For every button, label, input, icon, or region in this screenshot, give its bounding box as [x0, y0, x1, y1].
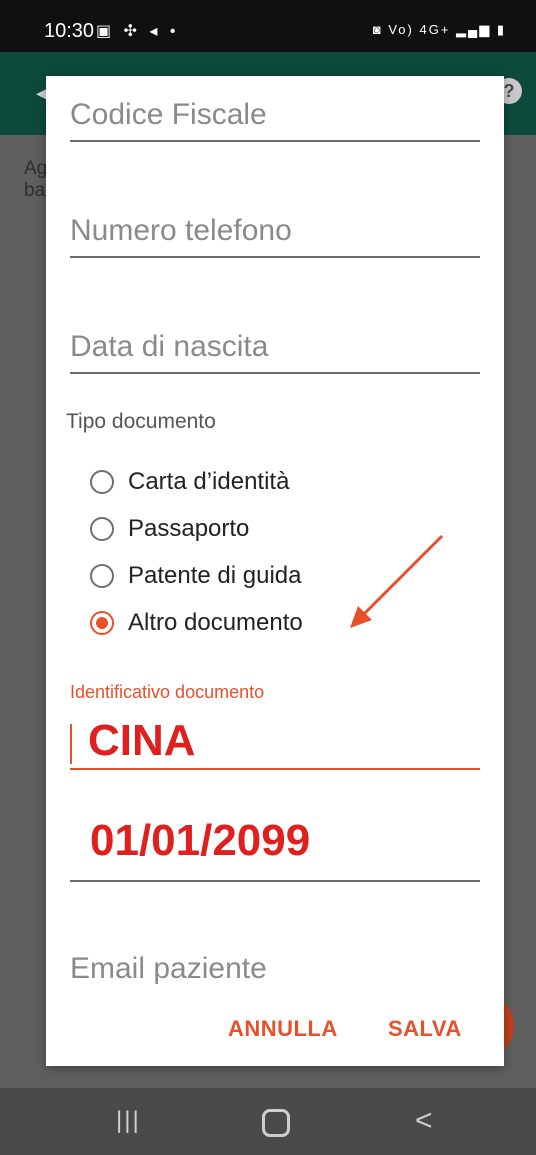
- radio-unchecked-icon: [90, 470, 114, 494]
- email-paziente-field[interactable]: Email paziente: [70, 946, 480, 986]
- scadenza-value: 01/01/2099: [90, 816, 311, 865]
- radio-label: Altro documento: [128, 609, 303, 636]
- scadenza-documento-field[interactable]: 01/01/2099: [70, 816, 480, 886]
- identificativo-documento-field[interactable]: Identificativo documento CINA: [70, 682, 480, 772]
- radio-label: Passaporto: [128, 515, 250, 542]
- status-bar: 10:30 ▣ ✣ ◂ • ◙ Vo) 4G+ ▂▄▆ ▮: [0, 0, 536, 52]
- radio-label: Patente di guida: [128, 562, 302, 589]
- codice-fiscale-field[interactable]: Codice Fiscale: [70, 94, 480, 144]
- tipo-documento-label: Tipo documento: [66, 410, 216, 433]
- system-nav-bar: ||| <: [0, 1088, 536, 1155]
- radio-checked-icon: [90, 611, 114, 635]
- dialog-actions: ANNULLA SALVA: [46, 1010, 504, 1066]
- annotation-arrow-icon: [350, 534, 444, 628]
- codice-fiscale-placeholder: Codice Fiscale: [70, 98, 267, 131]
- status-time: 10:30: [44, 20, 95, 42]
- data-nascita-placeholder: Data di nascita: [70, 330, 269, 363]
- cancel-button[interactable]: ANNULLA: [228, 1016, 338, 1042]
- background-text: Ag ba: [24, 158, 48, 201]
- telefono-placeholder: Numero telefono: [70, 214, 292, 247]
- field-underline: [70, 256, 480, 258]
- notification-icons: ▣ ✣ ◂ •: [96, 23, 180, 40]
- system-status-icons: ◙ Vo) 4G+ ▂▄▆ ▮: [372, 22, 506, 37]
- field-underline: [70, 880, 480, 882]
- data-nascita-field[interactable]: Data di nascita: [70, 326, 480, 376]
- telefono-field[interactable]: Numero telefono: [70, 210, 480, 260]
- identificativo-value: CINA: [88, 716, 196, 765]
- email-placeholder: Email paziente: [70, 952, 267, 985]
- patient-dialog: Codice Fiscale Numero telefono Data di n…: [46, 76, 504, 1066]
- recent-apps-icon[interactable]: |||: [116, 1106, 141, 1136]
- nav-back-icon[interactable]: <: [415, 1106, 433, 1136]
- save-button[interactable]: SALVA: [388, 1016, 462, 1042]
- text-cursor: [70, 724, 72, 764]
- radio-unchecked-icon: [90, 564, 114, 588]
- identificativo-label: Identificativo documento: [70, 682, 265, 702]
- field-underline: [70, 140, 480, 142]
- radio-label: Carta d’identità: [128, 468, 290, 495]
- field-underline: [70, 372, 480, 374]
- field-underline-focused: [70, 768, 480, 770]
- home-icon[interactable]: [262, 1109, 290, 1137]
- radio-unchecked-icon: [90, 517, 114, 541]
